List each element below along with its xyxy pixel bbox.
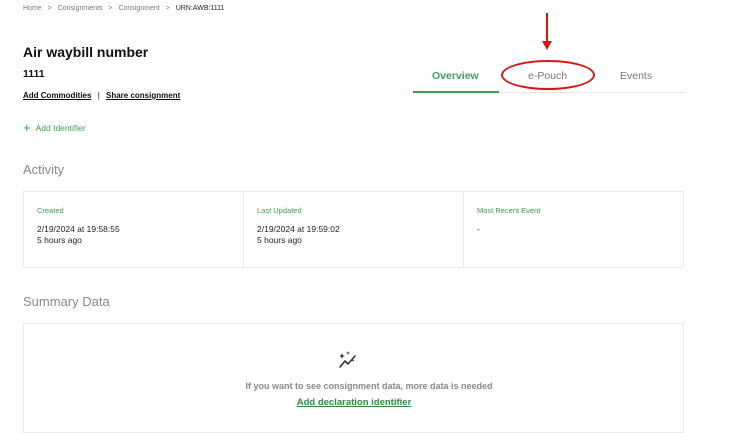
summary-card	[23, 323, 684, 433]
awb-number: 1111	[23, 68, 45, 80]
add-commodities-link[interactable]: Add Commodities	[23, 91, 91, 100]
add-identifier-button[interactable]: + Add Identifier	[23, 120, 86, 135]
breadcrumb: Home > Consignments > Consignment > URN:…	[23, 5, 224, 12]
share-consignment-link[interactable]: Share consignment	[106, 91, 180, 100]
add-identifier-label: Add Identifier	[35, 123, 86, 133]
tab-bar-divider	[499, 92, 685, 93]
header-links: Add Commodities | Share consignment	[23, 91, 180, 100]
activity-ago: 5 hours ago	[37, 235, 82, 245]
activity-date: 2/19/2024 at 19:58:55	[37, 224, 120, 234]
breadcrumb-separator: >	[108, 5, 113, 12]
plus-icon: +	[23, 120, 31, 135]
breadcrumb-consignment[interactable]: Consignment	[118, 5, 159, 12]
tab-events[interactable]: Events	[620, 70, 652, 82]
activity-date: 2/19/2024 at 19:59:02	[257, 224, 340, 234]
activity-card: Created 2/19/2024 at 19:58:55 5 hours ag…	[23, 191, 684, 268]
breadcrumb-home[interactable]: Home	[23, 5, 42, 12]
activity-label: Created	[37, 206, 64, 215]
activity-last-updated: Last Updated 2/19/2024 at 19:59:02 5 hou…	[244, 192, 464, 267]
page-title: Air waybill number	[23, 44, 149, 60]
activity-label: Last Updated	[257, 206, 302, 215]
breadcrumb-separator: >	[47, 5, 52, 12]
sparkle-chart-icon	[339, 351, 356, 368]
breadcrumb-current: URN:AWB:1111	[175, 5, 225, 12]
activity-date: -	[477, 224, 480, 234]
breadcrumb-consignments[interactable]: Consignments	[58, 5, 103, 12]
tab-overview[interactable]: Overview	[432, 70, 479, 82]
summary-empty-message: If you want to see consignment data, mor…	[245, 381, 493, 391]
breadcrumb-separator: >	[165, 5, 170, 12]
summary-heading: Summary Data	[23, 294, 110, 309]
active-tab-indicator	[413, 91, 499, 93]
activity-heading: Activity	[23, 162, 65, 177]
activity-label: Most Recent Event	[477, 206, 541, 215]
activity-created: Created 2/19/2024 at 19:58:55 5 hours ag…	[24, 192, 244, 267]
annotation-arrow-icon	[542, 13, 552, 50]
add-declaration-identifier-link[interactable]: Add declaration identifier	[0, 397, 708, 408]
activity-ago: 5 hours ago	[257, 235, 302, 245]
activity-most-recent-event: Most Recent Event -	[464, 192, 683, 267]
link-divider: |	[97, 91, 100, 100]
annotation-circle	[501, 60, 595, 90]
